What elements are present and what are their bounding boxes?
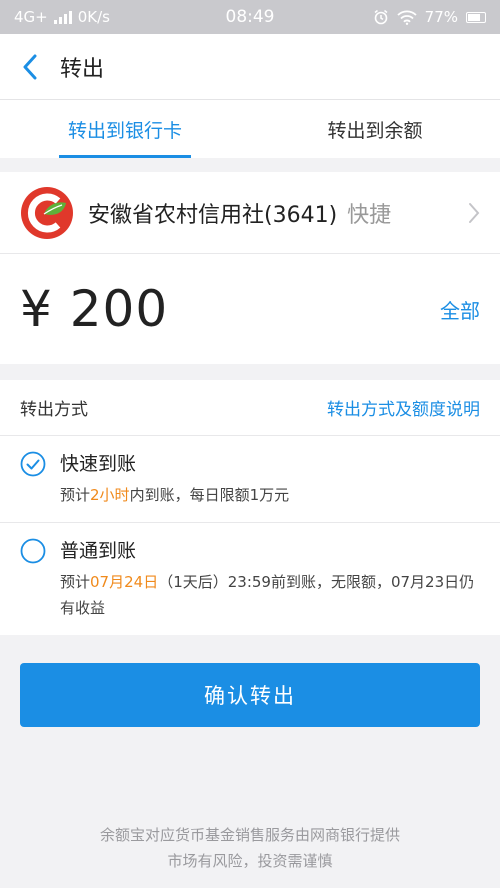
transfer-method-header: 转出方式 转出方式及额度说明 xyxy=(0,380,500,436)
signal-icon xyxy=(53,10,72,24)
disclaimer-line-2: 市场有风险，投资需谨慎 xyxy=(167,852,333,870)
option-fast[interactable]: 快速到账 预计2小时内到账，每日限额1万元 xyxy=(0,436,500,522)
bank-logo-icon xyxy=(21,186,73,239)
all-amount-button[interactable]: 全部 xyxy=(440,295,480,324)
bank-card-selector[interactable]: 安徽省农村信用社(3641) 快捷 xyxy=(0,172,500,254)
bank-name: 安徽省农村信用社(3641) xyxy=(88,202,338,228)
amount-row: ¥ 200 全部 xyxy=(0,254,500,364)
wifi-icon xyxy=(397,10,417,25)
confirm-area: 确认转出 xyxy=(0,635,500,727)
transfer-method-info-link[interactable]: 转出方式及额度说明 xyxy=(327,395,480,420)
tab-bar: 转出到银行卡 转出到余额 xyxy=(0,100,500,158)
option-title: 普通到账 xyxy=(60,540,137,562)
network-label: 4G+ xyxy=(14,8,48,26)
bank-tag: 快捷 xyxy=(347,202,392,228)
radio-unchecked-icon[interactable] xyxy=(20,538,46,564)
battery-icon xyxy=(466,11,486,23)
radio-checked-icon[interactable] xyxy=(20,451,46,477)
chevron-right-icon xyxy=(469,202,480,223)
status-bar: 4G+ 0K/s 08:49 77% xyxy=(0,0,500,34)
back-button[interactable] xyxy=(0,34,60,100)
amount-input[interactable]: ¥ 200 xyxy=(20,280,168,338)
option-title: 快速到账 xyxy=(60,453,137,475)
battery-percent: 77% xyxy=(424,8,458,26)
nav-bar: 转出 xyxy=(0,34,500,100)
chevron-left-icon xyxy=(23,54,37,79)
network-speed: 0K/s xyxy=(77,8,110,26)
tab-to-balance[interactable]: 转出到余额 xyxy=(250,100,500,158)
footer-disclaimer: 余额宝对应货币基金销售服务由网商银行提供 市场有风险，投资需谨慎 xyxy=(0,822,500,874)
highlight-date: 07月24日 xyxy=(90,573,159,591)
disclaimer-line-1: 余额宝对应货币基金销售服务由网商银行提供 xyxy=(99,826,400,844)
status-time: 08:49 xyxy=(225,7,275,27)
page-title: 转出 xyxy=(60,56,105,82)
alarm-icon xyxy=(374,9,388,25)
option-normal[interactable]: 普通到账 预计07月24日（1天后）23:59前到账，无限额，07月23日仍有收… xyxy=(0,522,500,635)
highlight-time: 2小时 xyxy=(90,486,130,504)
transfer-method-label: 转出方式 xyxy=(20,400,88,420)
option-description: 预计07月24日（1天后）23:59前到账，无限额，07月23日仍有收益 xyxy=(60,573,475,617)
tab-to-bank-card[interactable]: 转出到银行卡 xyxy=(0,100,250,158)
option-description: 预计2小时内到账，每日限额1万元 xyxy=(60,486,290,504)
confirm-transfer-button[interactable]: 确认转出 xyxy=(20,663,480,727)
